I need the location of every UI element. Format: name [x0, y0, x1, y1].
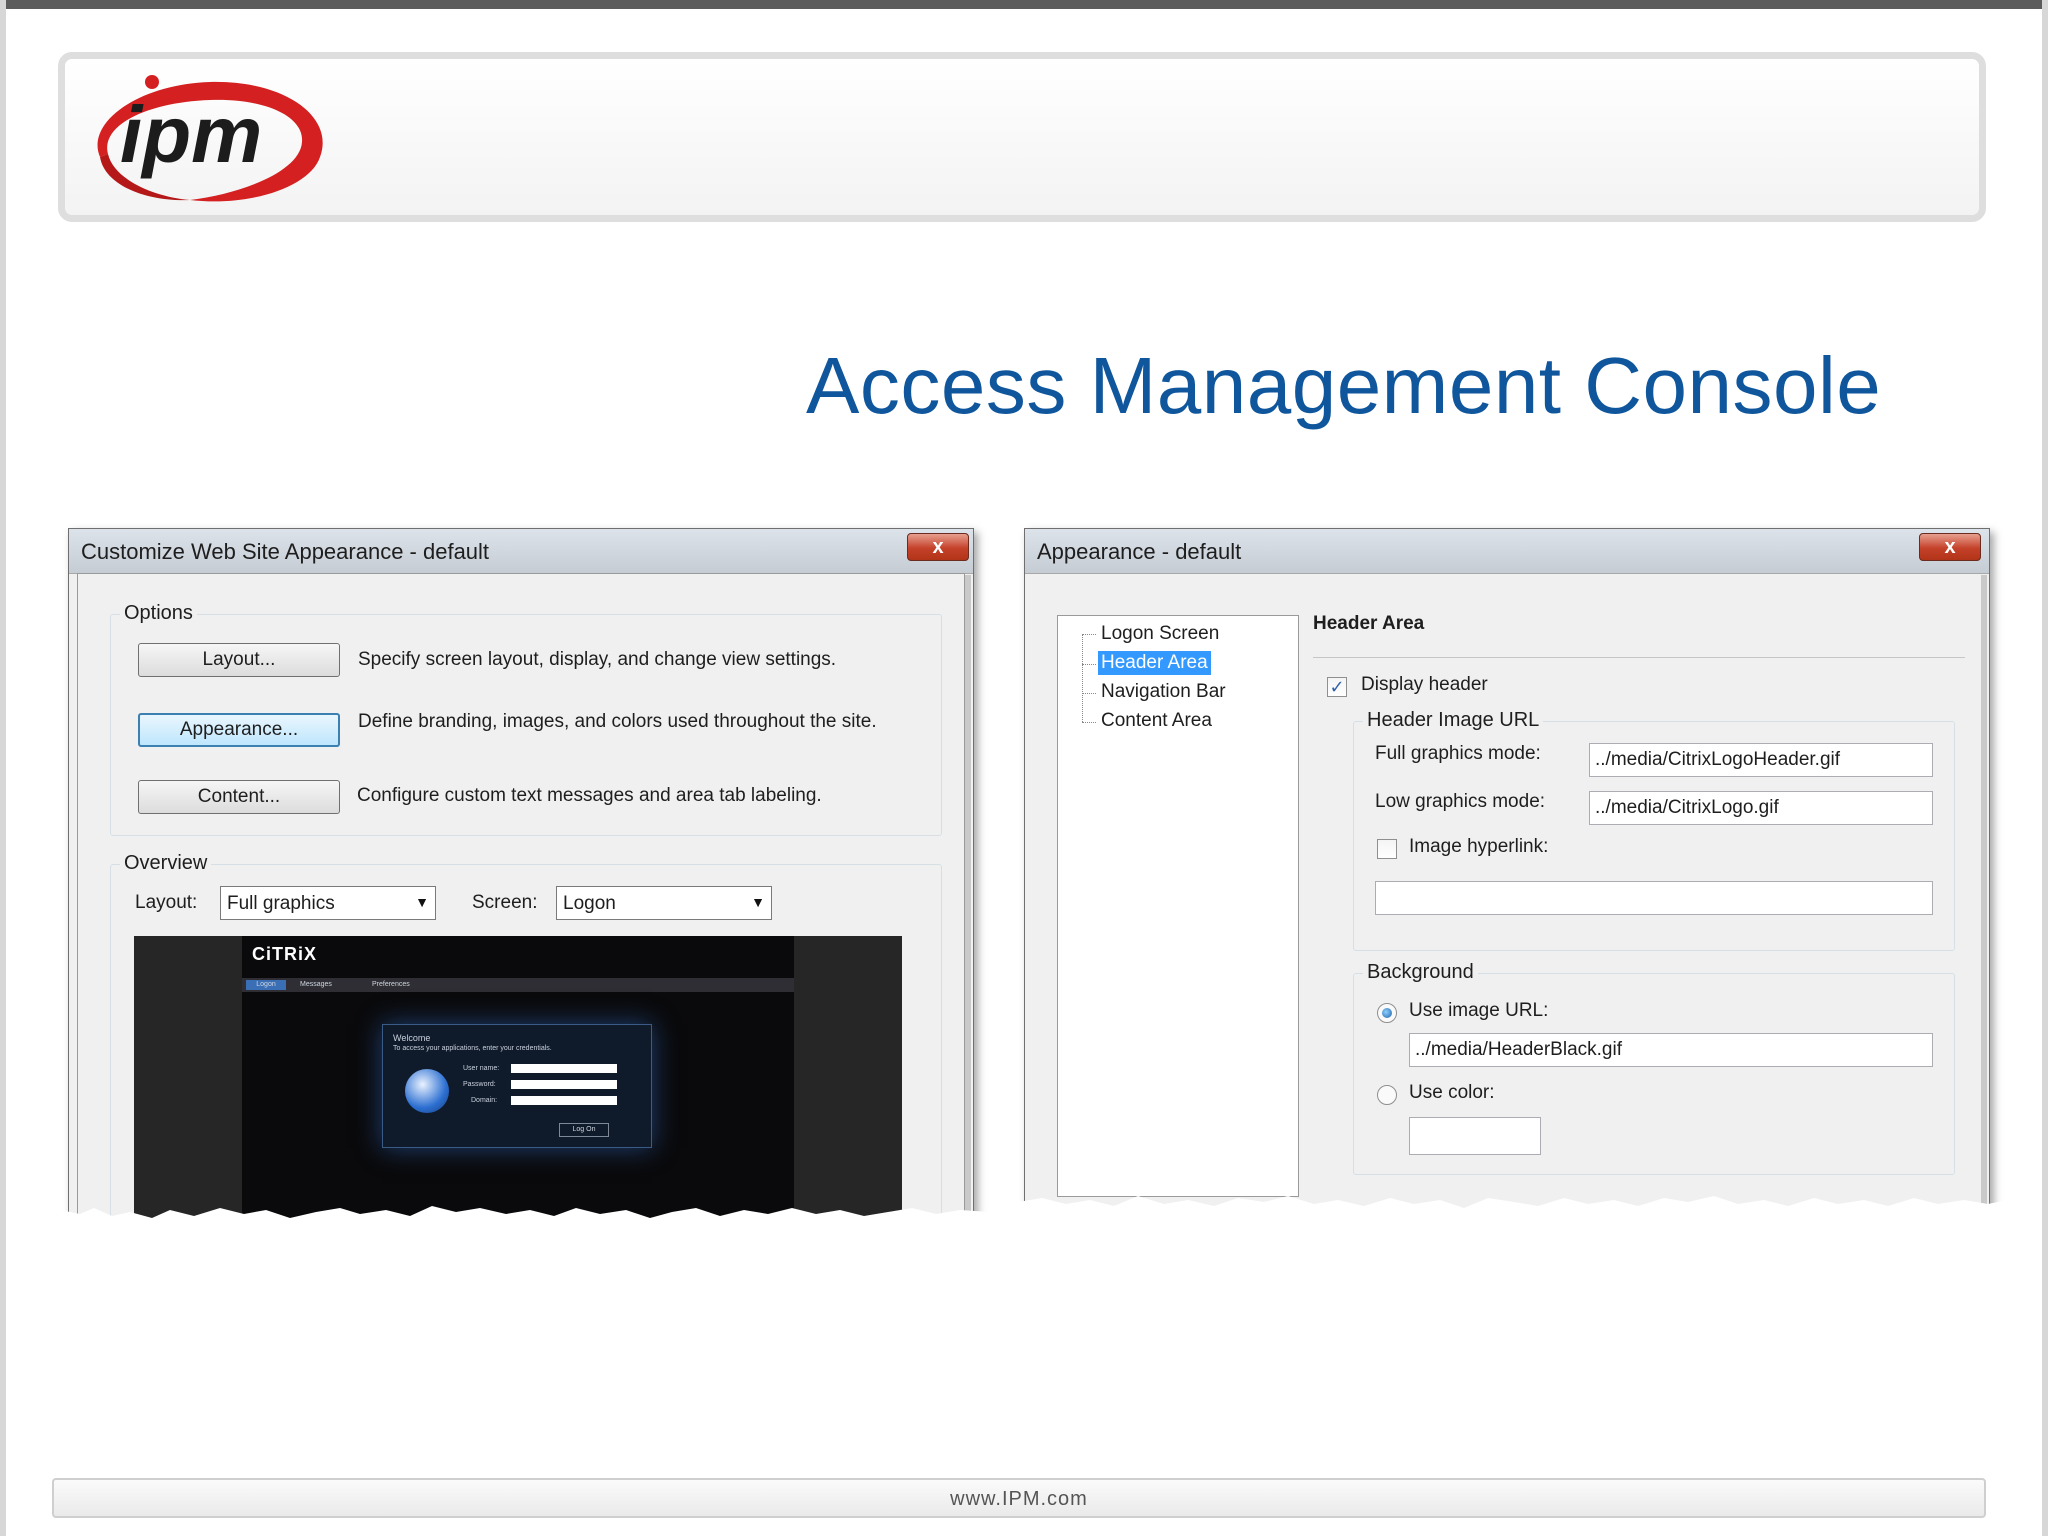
section-divider — [1313, 657, 1965, 658]
dialog-right-edge — [965, 575, 971, 1227]
torn-edge-right — [1018, 1196, 2008, 1266]
screen-label: Screen: — [472, 892, 538, 913]
content-button[interactable]: Content... — [138, 780, 340, 814]
low-graphics-label: Low graphics mode: — [1375, 791, 1546, 812]
full-graphics-input[interactable]: ../media/CitrixLogoHeader.gif — [1589, 743, 1933, 777]
slide-title: Access Management Console — [806, 341, 1882, 430]
layout-select[interactable]: Full graphics ▼ — [220, 886, 436, 920]
tree-item-logon-screen[interactable]: Logon Screen — [1098, 622, 1222, 646]
preview-login-box: Welcome To access your applications, ent… — [382, 1024, 652, 1148]
chevron-down-icon: ▼ — [751, 894, 765, 910]
preview-password-field — [511, 1080, 617, 1089]
use-color-label: Use color: — [1409, 1082, 1495, 1103]
layout-select-value: Full graphics — [227, 893, 335, 914]
layout-label: Layout: — [135, 892, 198, 913]
left-border — [0, 0, 6, 1536]
tree-item-content-area[interactable]: Content Area — [1098, 709, 1215, 733]
tree-item-header-area[interactable]: Header Area — [1098, 651, 1211, 675]
preview-tab-logon: Logon — [246, 980, 286, 990]
content-description: Configure custom text messages and area … — [357, 785, 822, 806]
full-graphics-label: Full graphics mode: — [1375, 743, 1541, 764]
low-graphics-input[interactable]: ../media/CitrixLogo.gif — [1589, 791, 1933, 825]
header-image-group-label: Header Image URL — [1363, 709, 1544, 732]
tree-connector — [1082, 664, 1096, 665]
preview-domain-field — [511, 1096, 617, 1105]
dialog-right-edge — [1981, 575, 1987, 1217]
dialog-title: Customize Web Site Appearance - default — [81, 539, 490, 564]
section-title: Header Area — [1313, 613, 1425, 634]
logon-preview-image: CiTRiX Logon Messages Preferences Welcom… — [134, 936, 902, 1232]
close-button[interactable]: x — [1919, 533, 1981, 561]
appearance-dialog: Appearance - default x Logon Screen Head… — [1024, 528, 1990, 1218]
preview-tab-bar: Logon Messages Preferences — [242, 978, 794, 992]
image-hyperlink-checkbox[interactable] — [1377, 839, 1397, 859]
footer-bar: www.IPM.com — [52, 1478, 1986, 1518]
ipm-logo: ipm — [97, 75, 323, 202]
options-group-label: Options — [120, 602, 197, 625]
screen-select-value: Logon — [563, 893, 616, 914]
logo-dot — [145, 75, 159, 89]
preview-username-label: User name: — [463, 1065, 500, 1072]
citrix-logo: CiTRiX — [252, 944, 318, 964]
chevron-down-icon: ▼ — [415, 894, 429, 910]
tree-connector — [1082, 634, 1083, 722]
screen-select[interactable]: Logon ▼ — [556, 886, 772, 920]
header-banner — [58, 52, 1986, 222]
preview-page: CiTRiX Logon Messages Preferences Welcom… — [242, 936, 794, 1232]
preview-domain-label: Domain: — [471, 1097, 498, 1104]
use-image-url-radio[interactable] — [1377, 1003, 1397, 1023]
preview-tab-messages: Messages — [300, 981, 332, 988]
image-hyperlink-input[interactable] — [1375, 881, 1933, 915]
image-hyperlink-label: Image hyperlink: — [1409, 836, 1549, 857]
layout-button[interactable]: Layout... — [138, 643, 340, 677]
preview-welcome: Welcome — [393, 1033, 431, 1043]
preview-tab-preferences: Preferences — [372, 981, 410, 988]
close-button[interactable]: x — [907, 533, 969, 561]
background-image-url-input[interactable]: ../media/HeaderBlack.gif — [1409, 1033, 1933, 1067]
tree-item-navigation-bar[interactable]: Navigation Bar — [1098, 680, 1229, 704]
appearance-tree: Logon Screen Header Area Navigation Bar … — [1057, 615, 1299, 1197]
tree-connector — [1082, 634, 1096, 635]
dialog-title-bar[interactable]: Customize Web Site Appearance - default … — [69, 529, 973, 574]
layout-description: Specify screen layout, display, and chan… — [358, 649, 837, 670]
preview-password-label: Password: — [463, 1081, 496, 1088]
overview-group-label: Overview — [120, 852, 212, 875]
appearance-description: Define branding, images, and colors used… — [358, 711, 877, 732]
torn-edge-left — [60, 1206, 990, 1276]
background-color-input[interactable] — [1409, 1117, 1541, 1155]
display-header-checkbox[interactable]: ✓ — [1327, 677, 1347, 697]
logo-text: ipm — [120, 90, 262, 179]
right-border — [2042, 0, 2048, 1536]
footer-url[interactable]: www.IPM.com — [54, 1488, 1984, 1511]
tree-connector — [1082, 693, 1096, 694]
applications-icon — [405, 1069, 449, 1113]
top-border — [0, 0, 2048, 9]
dialog-title-bar[interactable]: Appearance - default x — [1025, 529, 1989, 574]
use-color-radio[interactable] — [1377, 1085, 1397, 1105]
tree-connector — [1082, 722, 1096, 723]
background-group-label: Background — [1363, 961, 1478, 984]
dialog-title: Appearance - default — [1037, 539, 1242, 564]
use-image-url-label: Use image URL: — [1409, 1000, 1549, 1021]
display-header-label: Display header — [1361, 674, 1488, 695]
appearance-button[interactable]: Appearance... — [138, 713, 340, 747]
preview-logon-button: Log On — [559, 1123, 609, 1137]
preview-instruction: To access your applications, enter your … — [393, 1045, 552, 1052]
preview-username-field — [511, 1064, 617, 1073]
